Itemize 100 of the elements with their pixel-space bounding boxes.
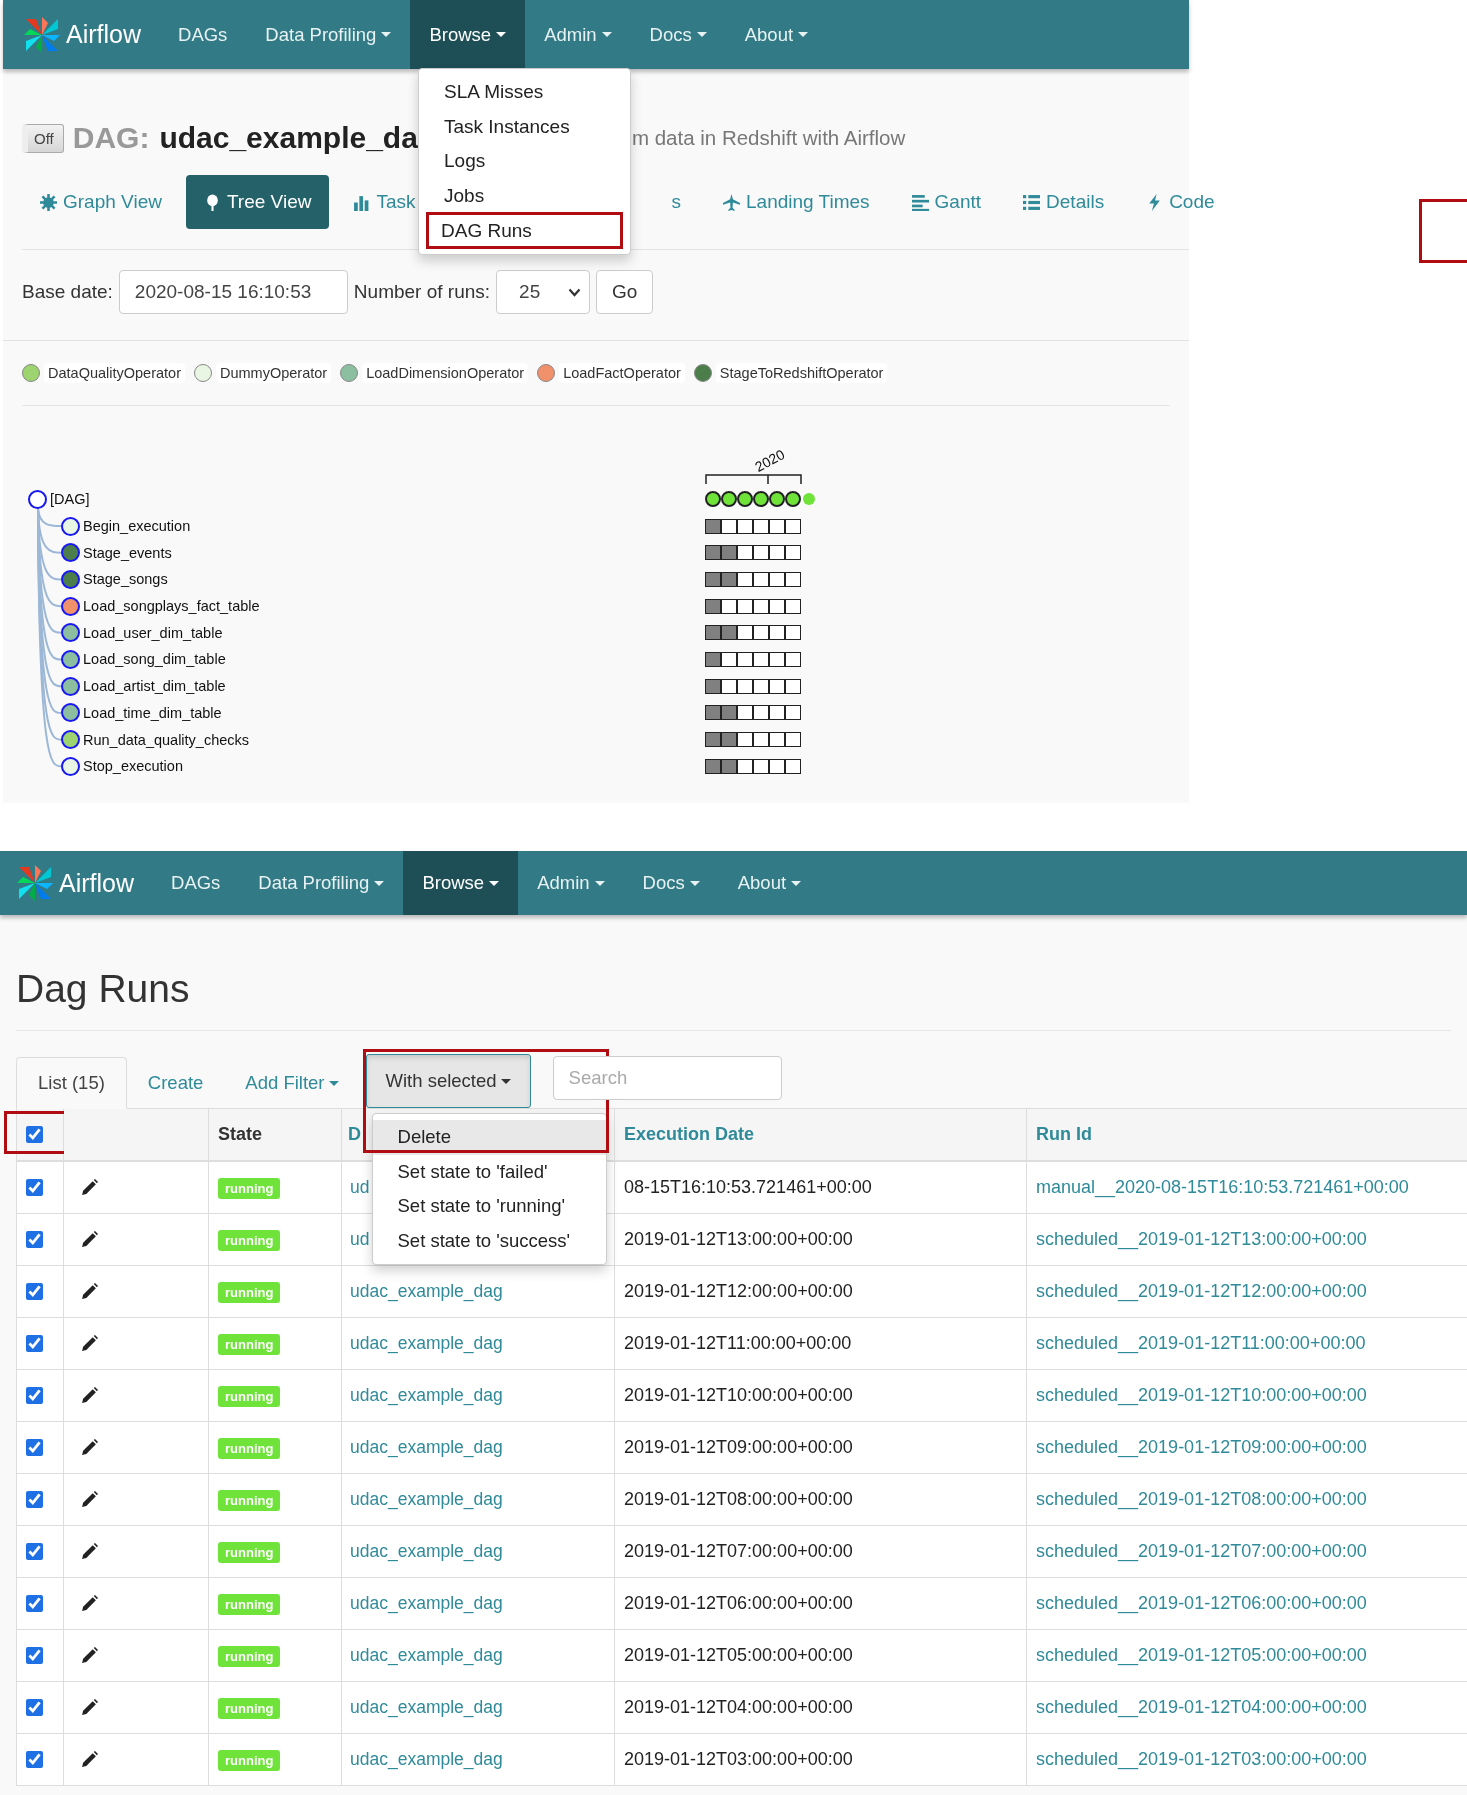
task-instance-square[interactable] [753,732,769,748]
list-tab[interactable]: Create [126,1058,225,1108]
task-instance-square[interactable] [753,518,769,534]
row-checkbox[interactable] [26,1699,43,1716]
task-instance-square[interactable] [753,571,769,587]
task-instance-square[interactable] [721,678,737,694]
menu-item[interactable]: SLA Misses [419,75,630,110]
nav-menu-item[interactable]: About [718,851,821,915]
row-checkbox[interactable] [26,1595,43,1612]
pencil-icon[interactable] [81,1699,98,1716]
task-instance-square[interactable] [769,732,785,748]
dag-id-link[interactable]: ud [350,1177,370,1197]
task-instance-square[interactable] [705,571,721,587]
pencil-icon[interactable] [81,1595,98,1612]
task-instance-square[interactable] [737,705,753,721]
dag-run-circle[interactable] [753,491,769,508]
task-node[interactable] [61,649,80,669]
menu-item[interactable]: Set state to 'success' [372,1223,606,1258]
menu-item[interactable]: Set state to 'failed' [372,1154,606,1189]
task-instance-square[interactable] [769,598,785,614]
task-instance-square[interactable] [769,705,785,721]
with-selected-button[interactable]: With selected [365,1054,531,1108]
runs-select[interactable]: 25 [496,270,591,314]
task-instance-square[interactable] [705,598,721,614]
row-checkbox[interactable] [26,1491,43,1508]
task-instance-square[interactable] [753,545,769,561]
nav-menu-item[interactable]: About [725,0,828,69]
pinwheel-logo-icon[interactable] [22,14,62,55]
row-checkbox[interactable] [26,1751,43,1768]
row-checkbox[interactable] [26,1439,43,1456]
task-instance-square[interactable] [721,571,737,587]
off-toggle[interactable]: Off [22,123,64,153]
pencil-icon[interactable] [81,1283,98,1300]
task-instance-square[interactable] [721,598,737,614]
row-checkbox[interactable] [26,1647,43,1664]
nav-menu-item[interactable]: Admin [518,851,624,915]
task-instance-square[interactable] [753,598,769,614]
task-instance-square[interactable] [785,518,801,534]
nav-menu-item[interactable]: DAGs [159,0,247,69]
dag-id-link[interactable]: ud [350,1229,370,1249]
pinwheel-logo-icon[interactable] [15,863,55,903]
task-instance-square[interactable] [737,758,753,774]
task-node[interactable] [61,623,80,643]
task-instance-square[interactable] [737,571,753,587]
task-instance-square[interactable] [737,651,753,667]
task-instance-square[interactable] [769,571,785,587]
task-node[interactable] [61,703,80,723]
pencil-icon[interactable] [81,1335,98,1352]
task-instance-square[interactable] [769,651,785,667]
nav-menu-item[interactable]: Docs [623,851,719,915]
task-instance-square[interactable] [769,678,785,694]
view-tab[interactable]: Graph View [22,175,180,229]
task-node[interactable] [61,756,80,776]
nav-menu-item[interactable]: Browse [410,0,526,69]
row-checkbox[interactable] [26,1335,43,1352]
row-checkbox[interactable] [26,1231,43,1248]
task-instance-square[interactable] [737,518,753,534]
pencil-icon[interactable] [81,1647,98,1664]
task-instance-square[interactable] [721,518,737,534]
task-instance-square[interactable] [721,625,737,641]
row-checkbox[interactable] [26,1179,43,1196]
task-node[interactable] [61,569,80,589]
task-instance-square[interactable] [785,678,801,694]
task-instance-square[interactable] [753,705,769,721]
view-tab[interactable]: Code [1128,175,1233,229]
column-header[interactable]: Execution Date [624,1124,755,1144]
list-tab[interactable]: Add Filter [224,1058,360,1108]
nav-menu-item[interactable]: Data Profiling [239,851,404,915]
dag-run-circle[interactable] [785,491,801,508]
pencil-icon[interactable] [81,1751,98,1768]
nav-menu-item[interactable]: DAGs [152,851,240,915]
nav-menu-item[interactable]: Admin [525,0,631,69]
task-instance-square[interactable] [753,678,769,694]
column-header[interactable]: D [348,1124,361,1144]
pencil-icon[interactable] [81,1231,98,1248]
select-all-checkbox[interactable] [26,1126,43,1143]
dag-run-circle[interactable] [737,491,753,508]
view-tab[interactable]: Landing Times [705,175,888,229]
task-instance-square[interactable] [705,758,721,774]
date-field[interactable]: 2020-08-15 16:10:53 [118,270,348,314]
task-instance-square[interactable] [705,545,721,561]
task-instance-square[interactable] [737,545,753,561]
task-instance-square[interactable] [785,758,801,774]
row-checkbox[interactable] [26,1543,43,1560]
task-instance-square[interactable] [785,625,801,641]
task-instance-square[interactable] [721,732,737,748]
menu-item[interactable]: Task Instances [419,109,630,144]
task-instance-square[interactable] [753,625,769,641]
nav-menu-item[interactable]: Browse [403,851,519,915]
dag-run-dot[interactable] [803,493,815,506]
task-instance-square[interactable] [769,545,785,561]
task-instance-square[interactable] [785,545,801,561]
task-instance-square[interactable] [753,758,769,774]
task-instance-square[interactable] [721,545,737,561]
list-tab[interactable]: List (15) [16,1057,127,1109]
task-node[interactable] [61,543,80,563]
task-instance-square[interactable] [705,625,721,641]
nav-menu-item[interactable]: Data Profiling [246,0,411,69]
dag-run-circle[interactable] [705,491,721,508]
task-instance-square[interactable] [785,732,801,748]
